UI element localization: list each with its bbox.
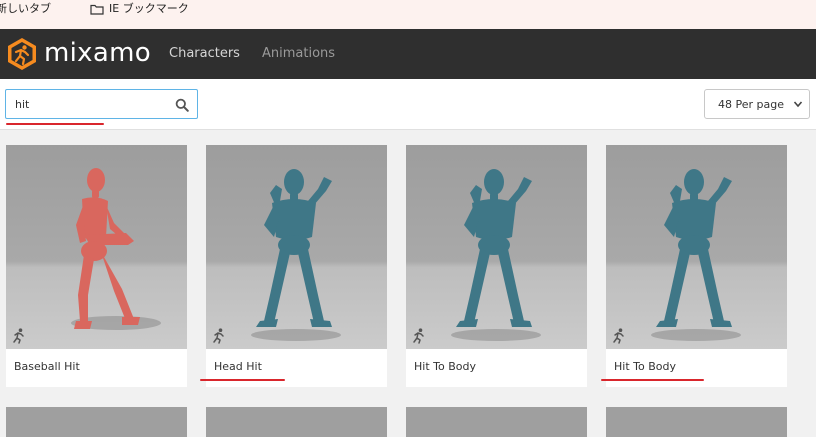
animation-card[interactable]: Head Hit — [206, 145, 387, 387]
logo-text[interactable]: mixamo — [44, 38, 151, 68]
annotation-underline — [6, 123, 104, 125]
animation-card-partial[interactable] — [606, 407, 787, 437]
search-icon[interactable] — [175, 97, 189, 112]
running-figure-icon — [612, 328, 626, 344]
card-label: Baseball Hit — [14, 360, 80, 373]
bookmarks-bar: 新しいタブ IE ブックマーク — [0, 0, 816, 29]
animation-card[interactable]: Baseball Hit — [6, 145, 187, 387]
running-figure-icon — [212, 328, 226, 344]
animation-card[interactable]: Hit To Body — [406, 145, 587, 387]
bookmark-label: 新しいタブ — [0, 2, 51, 15]
animation-card-partial[interactable] — [6, 407, 187, 437]
animation-thumbnail[interactable] — [406, 145, 587, 349]
animation-thumbnail[interactable] — [206, 145, 387, 349]
animation-card-partial[interactable] — [406, 407, 587, 437]
nav-animations[interactable]: Animations — [262, 46, 335, 62]
per-page-value: 48 Per page — [718, 98, 784, 111]
folder-icon — [90, 2, 104, 15]
search-toolbar: 48 Per page — [0, 79, 816, 130]
nav-characters[interactable]: Characters — [169, 46, 240, 62]
animation-card[interactable]: Hit To Body — [606, 145, 787, 387]
running-figure-icon — [412, 328, 426, 344]
card-label: Hit To Body — [414, 360, 476, 373]
top-navbar: mixamo Characters Animations — [0, 29, 816, 79]
card-label: Head Hit — [214, 360, 262, 373]
search-input[interactable] — [6, 90, 166, 118]
card-label: Hit To Body — [614, 360, 676, 373]
bookmark-label: IE ブックマーク — [109, 2, 189, 15]
bookmark-new-tab[interactable]: 新しいタブ — [0, 0, 51, 29]
animation-thumbnail[interactable] — [6, 145, 187, 349]
search-box[interactable] — [5, 89, 198, 119]
chevron-down-icon — [793, 99, 803, 112]
running-figure-icon — [12, 328, 26, 344]
animation-card-partial[interactable] — [206, 407, 387, 437]
annotation-underline — [200, 379, 285, 381]
per-page-select[interactable]: 48 Per page — [704, 89, 810, 119]
mixamo-logo-icon[interactable] — [6, 37, 38, 71]
annotation-underline — [601, 379, 704, 381]
bookmark-ie-folder[interactable]: IE ブックマーク — [90, 0, 189, 29]
animation-thumbnail[interactable] — [606, 145, 787, 349]
